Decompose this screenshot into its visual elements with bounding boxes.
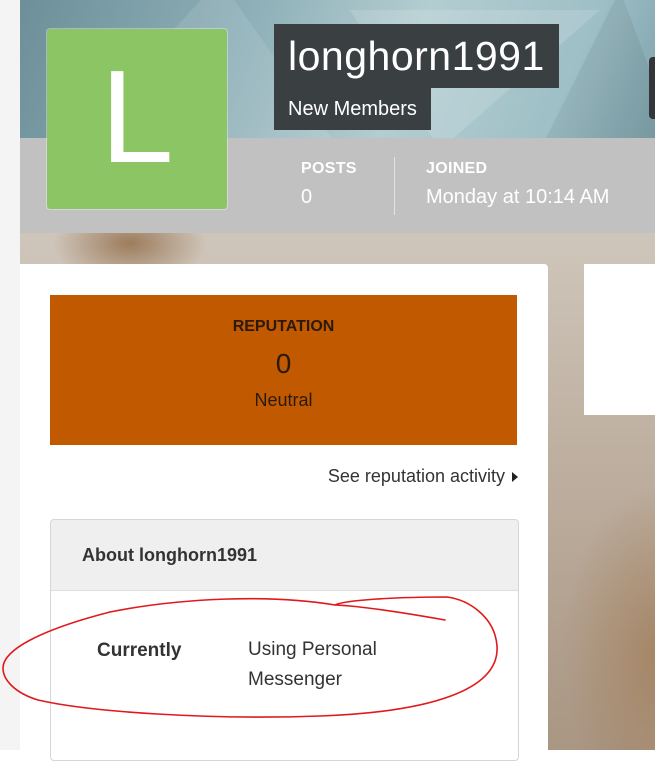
- reputation-box: REPUTATION 0 Neutral: [50, 295, 517, 445]
- about-heading: About longhorn1991: [51, 520, 518, 591]
- user-avatar[interactable]: L: [47, 29, 227, 209]
- posts-count: 0: [301, 186, 313, 208]
- posts-label: POSTS: [301, 160, 357, 177]
- posts-stat[interactable]: POSTS 0: [301, 160, 357, 209]
- joined-label: JOINED: [426, 160, 488, 177]
- reputation-activity-label: See reputation activity: [327, 466, 505, 486]
- member-group-badge: New Members: [274, 88, 431, 130]
- about-field-value: Using Personal Messenger: [248, 639, 377, 690]
- avatar-letter: L: [100, 43, 174, 190]
- profile-main-panel: [584, 264, 655, 415]
- reputation-value: 0: [275, 348, 292, 379]
- reputation-title: REPUTATION: [232, 318, 335, 335]
- page-left-margin: [0, 0, 20, 750]
- reputation-level: Neutral: [254, 390, 313, 410]
- joined-date: Monday at 10:14 AM: [426, 186, 610, 208]
- stats-divider: [394, 157, 395, 215]
- see-reputation-activity-link[interactable]: See reputation activity: [328, 466, 518, 487]
- cover-action-button[interactable]: [649, 57, 655, 119]
- about-section: About longhorn1991 Currently Using Perso…: [50, 519, 519, 761]
- caret-right-icon: [512, 471, 518, 482]
- about-field-key: Currently: [97, 640, 182, 661]
- profile-username: longhorn1991: [274, 24, 559, 88]
- joined-stat: JOINED Monday at 10:14 AM: [426, 160, 609, 209]
